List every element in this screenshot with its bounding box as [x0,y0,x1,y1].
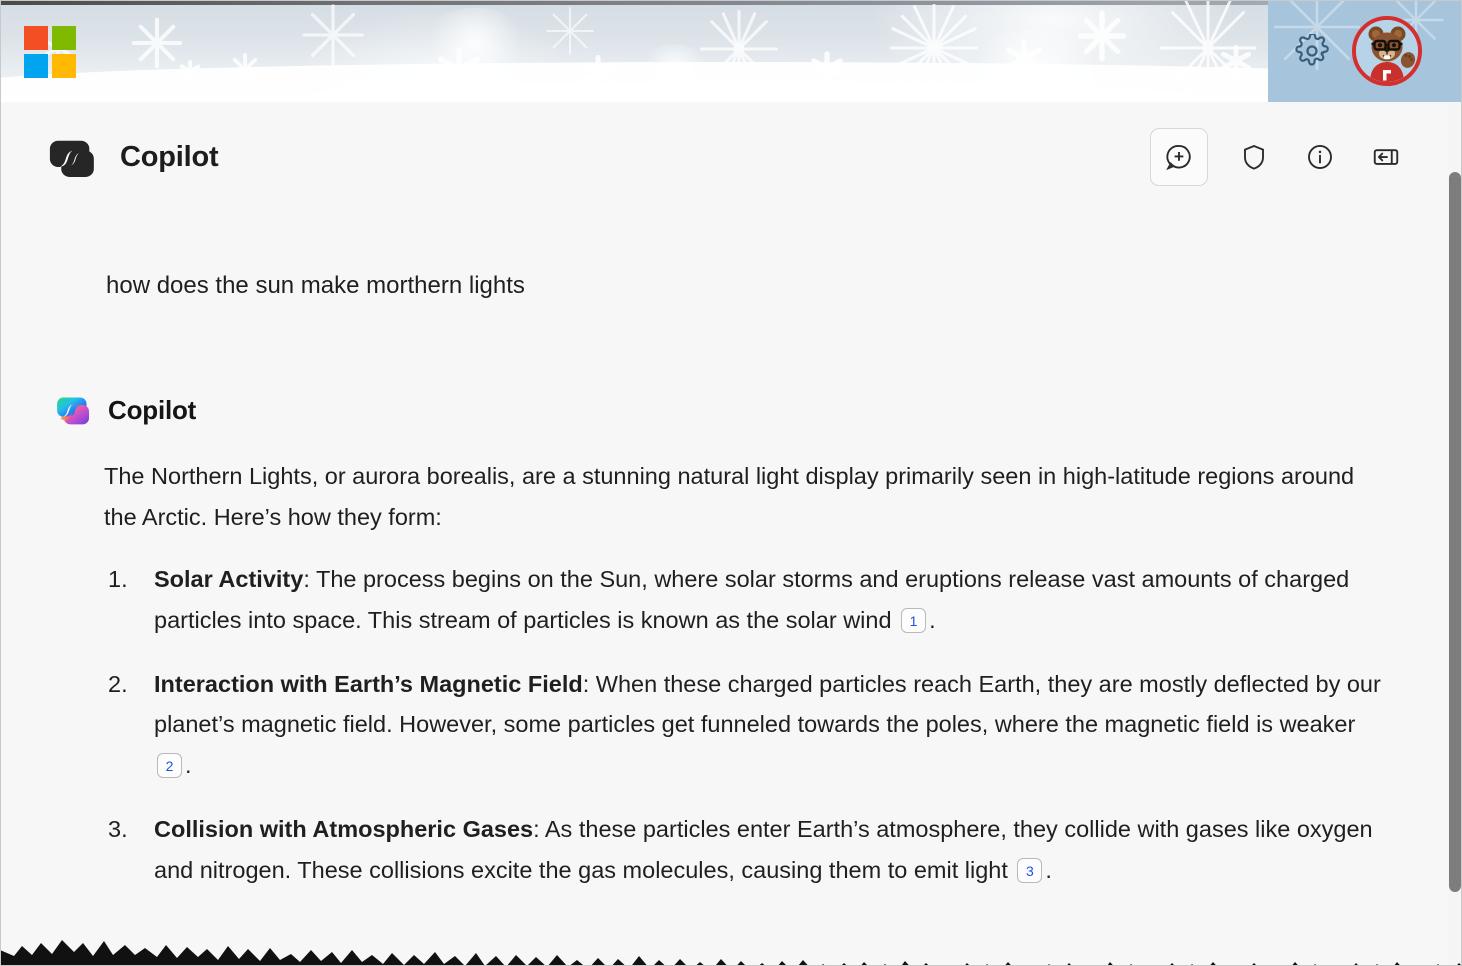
assistant-message: Copilot The Northern Lights, or aurora b… [44,390,1388,890]
copilot-gradient-logo-icon [57,397,89,425]
info-button[interactable] [1300,137,1340,177]
privacy-button[interactable] [1234,137,1274,177]
snowflake-icon [302,4,364,66]
assistant-header: Copilot [44,390,1388,430]
assistant-body: The Northern Lights, or aurora borealis,… [44,456,1388,890]
winter-banner [0,0,1462,102]
snow-drift [0,62,1462,102]
list-item: Collision with Atmospheric Gases: As the… [104,809,1388,890]
header-right-panel [1268,0,1462,102]
scrollbar-thumb[interactable] [1449,172,1461,892]
step-body: : The process begins on the Sun, where s… [154,566,1350,633]
ms-logo-square-red [24,26,48,50]
page-title: Copilot [120,140,219,173]
vertical-scrollbar[interactable] [1448,102,1462,966]
new-chat-button[interactable] [1150,128,1208,186]
copilot-brand: Copilot [44,128,219,186]
step-title: Collision with Atmospheric Gases [154,816,534,843]
copilot-app-header: Copilot [0,102,1448,212]
chat-plus-icon [1166,145,1191,171]
step-tail: . [929,606,936,633]
info-circle-icon [1308,145,1332,169]
list-item: Solar Activity: The process begins on th… [104,559,1388,640]
panel-collapse-icon [1373,149,1399,165]
ms-logo-square-blue [24,54,48,78]
steps-list: Solar Activity: The process begins on th… [104,559,1388,890]
assistant-intro: The Northern Lights, or aurora borealis,… [104,463,1355,530]
snowflake-icon [546,7,594,55]
step-tail: . [1045,856,1052,883]
microsoft-logo[interactable] [24,26,76,78]
user-avatar[interactable] [1352,16,1422,86]
bear-avatar-icon [1356,20,1418,82]
citation-badge[interactable]: 2 [157,753,182,779]
conversation: how does the sun make morthern lights Co… [0,212,1448,890]
collapse-panel-button[interactable] [1366,137,1406,177]
assistant-name: Copilot [108,394,197,425]
copilot-window: Copilot how does the sun make morthern l… [0,0,1462,966]
gear-icon [1295,34,1329,66]
citation-badge[interactable]: 3 [1017,858,1043,884]
ms-logo-square-green [52,26,76,50]
shield-icon [1244,144,1264,170]
list-item: Interaction with Earth’s Magnetic Field:… [104,664,1388,785]
header-toolbar [1150,128,1406,186]
citation-badge[interactable]: 1 [901,608,927,634]
ms-logo-square-yellow [52,54,76,78]
step-title: Solar Activity [154,566,304,593]
user-message: how does the sun make morthern lights [106,272,525,299]
step-tail: . [185,751,192,778]
copilot-panel: Copilot how does the sun make morthern l… [0,102,1448,966]
copilot-mono-logo-icon [49,140,94,177]
snowflake-icon [1077,10,1127,62]
settings-button[interactable] [1294,33,1330,69]
step-title: Interaction with Earth’s Magnetic Field [154,671,583,698]
